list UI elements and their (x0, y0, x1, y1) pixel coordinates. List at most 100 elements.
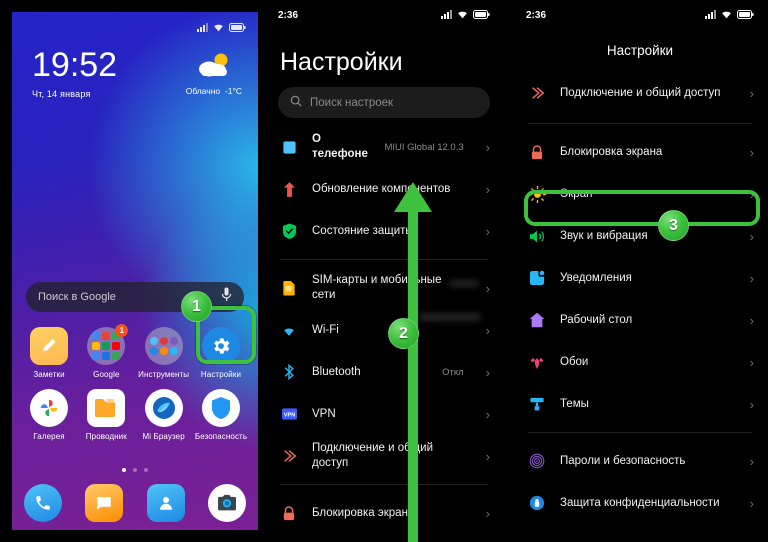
settings-row-vpn[interactable]: VPN VPN › (264, 393, 504, 435)
settings-search-input[interactable]: Поиск настроек (278, 87, 490, 118)
obscured-sim-value (449, 280, 479, 287)
camera-icon[interactable] (207, 484, 246, 522)
chevron-right-icon: › (749, 312, 754, 328)
settings-row-display[interactable]: Экран › (512, 173, 768, 215)
app-gallery[interactable]: Галерея (22, 389, 76, 441)
wifi-icon (721, 6, 732, 24)
list-divider (528, 432, 752, 433)
settings-main-panel: 2:36 Настройки Поиск настроек О телефоне… (264, 0, 504, 542)
row-label: Блокировка экрана (312, 506, 415, 519)
wifi-icon (280, 321, 298, 339)
lock-icon (280, 504, 298, 522)
settings-row-sound-vibration[interactable]: Звук и вибрация › (512, 215, 768, 257)
chevron-right-icon: › (749, 354, 754, 370)
settings-row-wallpaper[interactable]: Обои › (512, 341, 768, 383)
signal-icon (197, 19, 208, 37)
battery-icon (737, 6, 754, 24)
settings-row-notifications[interactable]: Уведомления › (512, 257, 768, 299)
settings-gear-icon (201, 327, 240, 365)
settings-row-security-status[interactable]: Состояние защиты › (264, 210, 504, 252)
sharing-icon (280, 447, 298, 465)
settings-row-lock-screen[interactable]: Блокировка экрана › (512, 131, 768, 173)
app-google-folder[interactable]: 1 Google (79, 324, 133, 379)
row-label: Обновление компонентов (312, 182, 451, 195)
row-label: Звук и вибрация (560, 229, 648, 242)
app-tools-folder[interactable]: Инструменты (137, 327, 191, 379)
settings-row-sim-networks[interactable]: SIM-карты и мобильные сети › (264, 267, 504, 309)
sim-card-icon (280, 279, 298, 297)
chevron-right-icon: › (749, 228, 754, 244)
app-label: Галерея (33, 432, 65, 441)
page-title: Настройки (280, 48, 403, 76)
app-security[interactable]: Безопасность (194, 389, 248, 441)
settings-status-bar: 2:36 (512, 0, 768, 30)
settings-row-home-screen[interactable]: Рабочий стол › (512, 299, 768, 341)
battery-icon (473, 6, 490, 24)
app-label: Google (93, 370, 120, 379)
shield-check-icon (280, 222, 298, 240)
app-label: Безопасность (194, 432, 248, 441)
page-dot-2[interactable] (133, 468, 137, 472)
chevron-right-icon: › (485, 223, 490, 239)
settings-row-bluetooth[interactable]: Bluetooth Откл › (264, 351, 504, 393)
brightness-icon (528, 185, 546, 203)
chevron-right-icon: › (485, 406, 490, 422)
settings-list: О телефоне MIUI Global 12.0.3 › Обновлен… (264, 126, 504, 534)
obscured-wifi-value (419, 313, 481, 321)
chevron-right-icon: › (749, 186, 754, 202)
step-badge-3: 3 (658, 210, 689, 241)
chevron-right-icon: › (485, 181, 490, 197)
app-grid: Заметки 1 Google Инструменты Настройки Г… (22, 324, 248, 451)
contacts-icon[interactable] (146, 484, 185, 522)
page-indicator (12, 468, 258, 472)
tools-folder-icon (144, 327, 183, 365)
row-label: Рабочий стол (560, 313, 633, 326)
row-label: Уведомления (560, 271, 632, 284)
settings-row-passwords-security[interactable]: Пароли и безопасность › (512, 440, 768, 482)
update-arrow-icon (280, 180, 298, 198)
mi-browser-icon (144, 389, 183, 427)
app-file-manager[interactable]: Проводник (79, 389, 133, 441)
app-label: Заметки (33, 370, 65, 379)
row-label: Подключение и общий доступ (560, 86, 721, 99)
microphone-icon[interactable] (221, 287, 232, 307)
chevron-right-icon: › (749, 144, 754, 160)
notification-badge: 1 (115, 324, 129, 337)
app-settings[interactable]: Настройки (194, 327, 248, 379)
settings-row-about-phone[interactable]: О телефоне MIUI Global 12.0.3 › (264, 126, 504, 168)
list-divider (528, 123, 752, 124)
row-value: MIUI Global 12.0.3 (384, 141, 464, 153)
list-divider (280, 484, 488, 485)
weather-widget[interactable]: Облачно -1°C (186, 52, 242, 96)
phone-icon[interactable] (24, 484, 62, 522)
settings-row-lock-screen[interactable]: Блокировка экрана › (264, 492, 504, 534)
messages-icon[interactable] (85, 484, 124, 522)
home-screen-icon (528, 311, 546, 329)
wifi-icon (213, 19, 224, 37)
page-title: Настройки (606, 43, 674, 58)
settings-row-connection-sharing[interactable]: Подключение и общий доступ › (512, 70, 768, 116)
settings-row-component-update[interactable]: Обновление компонентов › (264, 168, 504, 210)
weather-condition: Облачно (185, 86, 221, 96)
settings-row-privacy-protection[interactable]: Защита конфиденциальности › (512, 482, 768, 524)
notes-icon (30, 327, 68, 365)
page-dot-3[interactable] (144, 468, 148, 472)
vpn-icon: VPN (280, 405, 298, 423)
list-divider (280, 259, 488, 260)
page-dot-1[interactable] (122, 468, 126, 472)
settings-row-themes[interactable]: Темы › (512, 383, 768, 425)
signal-icon (705, 6, 716, 24)
row-label: SIM-карты и мобильные сети (312, 274, 442, 301)
app-notes[interactable]: Заметки (22, 327, 76, 379)
row-label: Блокировка экрана (560, 145, 663, 158)
app-mi-browser[interactable]: Mi Браузер (137, 389, 191, 441)
lock-icon (528, 143, 546, 161)
home-status-bar (12, 18, 258, 38)
app-label: Настройки (200, 370, 242, 379)
step-badge-2: 2 (388, 318, 419, 349)
themes-icon (528, 395, 546, 413)
battery-icon (229, 19, 246, 37)
settings-row-connection-sharing[interactable]: Подключение и общий доступ › (264, 435, 504, 477)
fingerprint-icon (528, 452, 546, 470)
wifi-icon (457, 6, 468, 24)
